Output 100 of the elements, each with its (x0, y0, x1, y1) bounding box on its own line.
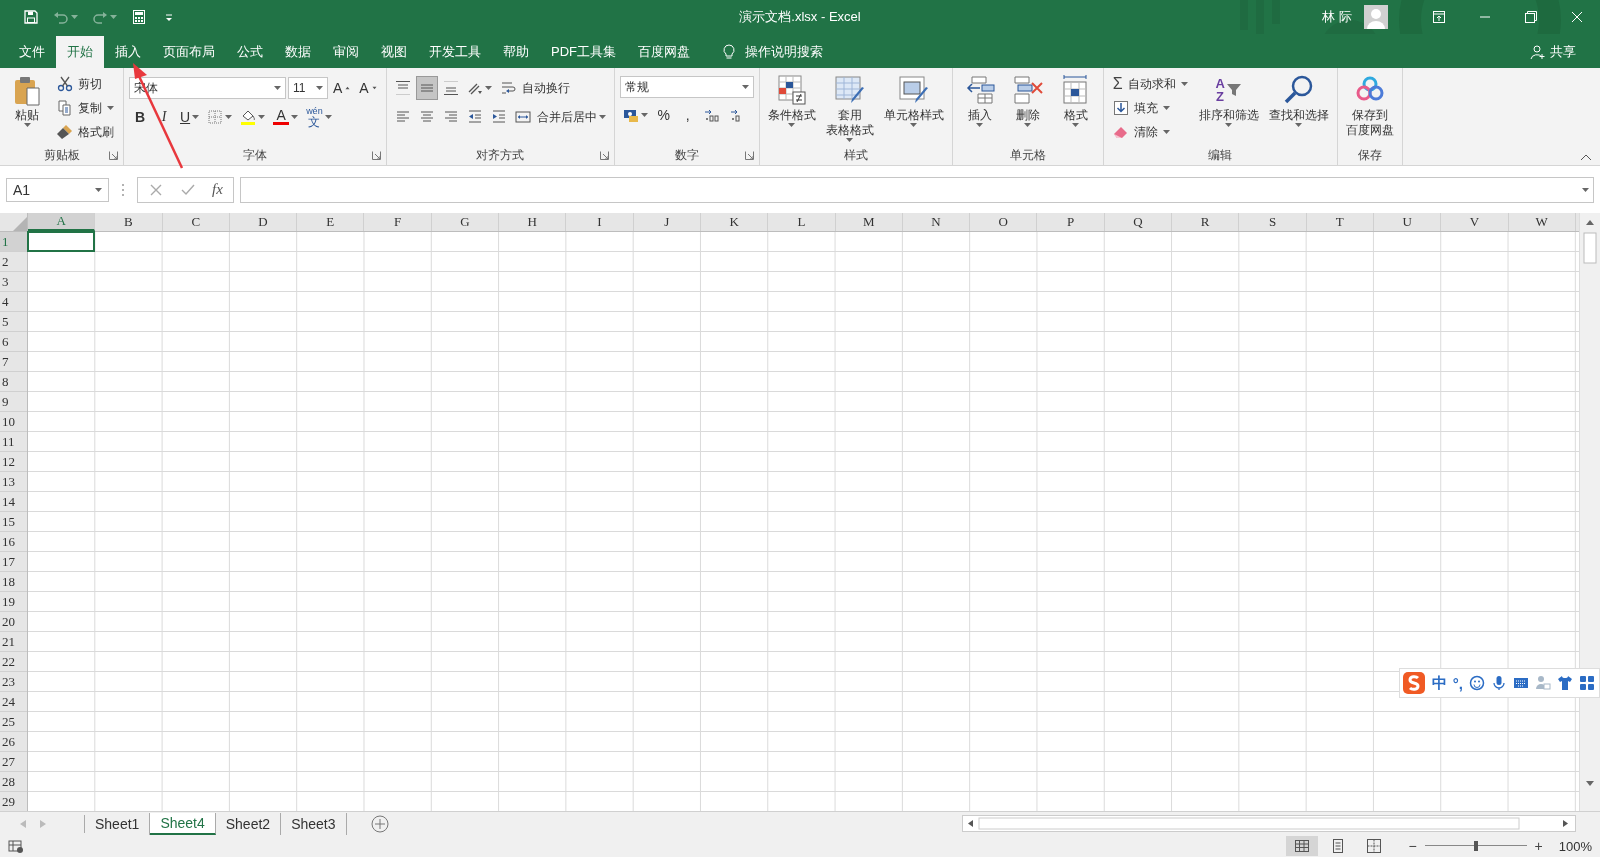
row-header[interactable]: 3 (0, 272, 27, 292)
row-header[interactable]: 20 (0, 612, 27, 632)
column-header[interactable]: M (835, 213, 903, 231)
column-header[interactable]: V (1441, 213, 1509, 231)
dialog-launcher-icon[interactable] (744, 151, 754, 160)
column-header[interactable]: L (768, 213, 836, 231)
ribbon-tab[interactable]: 开始 (56, 36, 104, 68)
row-header[interactable]: 22 (0, 652, 27, 672)
shirt-icon[interactable] (1557, 675, 1573, 691)
grid-icon[interactable] (1579, 675, 1595, 691)
row-header[interactable]: 1 (0, 232, 27, 252)
merge-button[interactable]: 合并后居中 (511, 105, 609, 129)
row-header[interactable]: 5 (0, 312, 27, 332)
format-cells-button[interactable]: 格式 (1053, 72, 1098, 129)
microphone-icon[interactable] (1491, 675, 1507, 691)
column-header[interactable]: H (499, 213, 567, 231)
column-header[interactable]: I (566, 213, 634, 231)
ribbon-tab[interactable]: 百度网盘 (627, 36, 701, 68)
row-header[interactable]: 13 (0, 472, 27, 492)
cell-style-button[interactable]: 单元格样式 (880, 72, 947, 129)
column-header[interactable]: U (1373, 213, 1442, 231)
copy-button[interactable]: 复制 (53, 96, 118, 120)
delete-cells-button[interactable]: 删除 (1005, 72, 1050, 129)
italic-button[interactable]: I (153, 105, 175, 129)
row-header[interactable]: 27 (0, 752, 27, 772)
bold-button[interactable]: B (129, 105, 151, 129)
cut-button[interactable]: 剪切 (53, 72, 118, 96)
ribbon-tab[interactable]: 审阅 (322, 36, 370, 68)
paste-button[interactable]: 粘贴 (5, 72, 49, 129)
ribbon-tab[interactable]: 视图 (370, 36, 418, 68)
column-header[interactable]: W (1508, 213, 1576, 231)
row-header[interactable]: 26 (0, 732, 27, 752)
row-header[interactable]: 14 (0, 492, 27, 512)
percent-button[interactable]: % (652, 103, 675, 127)
normal-view-button[interactable] (1286, 836, 1319, 856)
name-box[interactable]: A1 (6, 177, 109, 202)
ribbon-tab[interactable]: 页面布局 (152, 36, 226, 68)
column-header[interactable]: A (28, 213, 96, 231)
column-header[interactable]: G (431, 213, 500, 231)
zoom-in-button[interactable]: + (1532, 838, 1545, 854)
baidu-save-button[interactable]: 保存到 百度网盘 (1342, 72, 1397, 140)
number-format-field[interactable]: 常规 (619, 76, 754, 98)
keyboard-icon[interactable] (1513, 675, 1529, 691)
column-header[interactable]: D (229, 213, 298, 231)
brush-button[interactable]: 格式刷 (53, 120, 118, 144)
conditional-format-button[interactable]: 条件格式 (764, 72, 819, 129)
column-header[interactable]: F (364, 213, 432, 231)
row-header[interactable]: 9 (0, 392, 27, 412)
find-button[interactable]: 查找和选择 (1265, 72, 1332, 129)
input-mode[interactable]: 中 (1431, 673, 1447, 693)
collapse-ribbon-icon[interactable] (1580, 153, 1592, 161)
row-header[interactable]: 12 (0, 452, 27, 472)
tell-me-search[interactable]: 操作说明搜索 (715, 36, 829, 68)
ribbon-tab[interactable]: 公式 (226, 36, 274, 68)
row-header[interactable]: 25 (0, 712, 27, 732)
row-header[interactable]: 18 (0, 572, 27, 592)
row-header[interactable]: 23 (0, 672, 27, 692)
fill-down-button[interactable]: 填充 (1108, 96, 1192, 120)
align-middle-button[interactable] (415, 76, 438, 100)
dialog-launcher-icon[interactable] (599, 151, 609, 160)
column-header[interactable]: K (700, 213, 769, 231)
column-header[interactable]: E (297, 213, 365, 231)
add-sheet-icon[interactable] (370, 814, 389, 833)
zoom-slider[interactable] (1424, 841, 1527, 851)
dialog-launcher-icon[interactable] (371, 151, 381, 160)
column-header[interactable]: J (633, 213, 701, 231)
zoom-out-button[interactable]: − (1406, 838, 1419, 854)
comma-button[interactable]: , (676, 103, 699, 127)
ribbon-tab[interactable]: 帮助 (492, 36, 540, 68)
share-button[interactable]: 共享 (1524, 36, 1582, 68)
column-header[interactable]: R (1172, 213, 1240, 231)
shrink-font-button[interactable]: A (356, 76, 381, 100)
punctuation-mode[interactable]: °, (1452, 674, 1463, 692)
row-header[interactable]: 24 (0, 692, 27, 712)
ribbon-tab[interactable]: 插入 (104, 36, 152, 68)
column-header[interactable]: B (95, 213, 163, 231)
clear-button[interactable]: 清除 (1108, 120, 1192, 144)
column-header[interactable]: Q (1104, 213, 1173, 231)
horizontal-scrollbar[interactable] (962, 815, 1576, 832)
row-header[interactable]: 10 (0, 412, 27, 432)
font-color-button[interactable]: A (270, 105, 302, 129)
underline-button[interactable]: U (177, 105, 203, 129)
ime-logo-icon[interactable] (1401, 671, 1426, 695)
ribbon-tab[interactable]: 数据 (274, 36, 322, 68)
row-header[interactable]: 28 (0, 772, 27, 792)
font-size-field[interactable]: 11 (288, 77, 328, 99)
ribbon-tab[interactable]: PDF工具集 (540, 36, 627, 68)
column-header[interactable]: O (970, 213, 1038, 231)
row-header[interactable]: 19 (0, 592, 27, 612)
zoom-slider-thumb[interactable] (1473, 841, 1478, 851)
row-header[interactable]: 21 (0, 632, 27, 652)
column-header[interactable]: P (1037, 213, 1105, 231)
column-header[interactable]: T (1306, 213, 1374, 231)
row-header[interactable]: 11 (0, 432, 27, 452)
column-header[interactable]: N (902, 213, 971, 231)
row-header[interactable]: 2 (0, 252, 27, 272)
dialog-launcher-icon[interactable] (109, 151, 118, 160)
row-header[interactable]: 7 (0, 352, 27, 372)
ribbon-tab[interactable]: 文件 (8, 36, 56, 68)
sort-filter-button[interactable]: A Z 排序和筛选 (1195, 72, 1262, 129)
